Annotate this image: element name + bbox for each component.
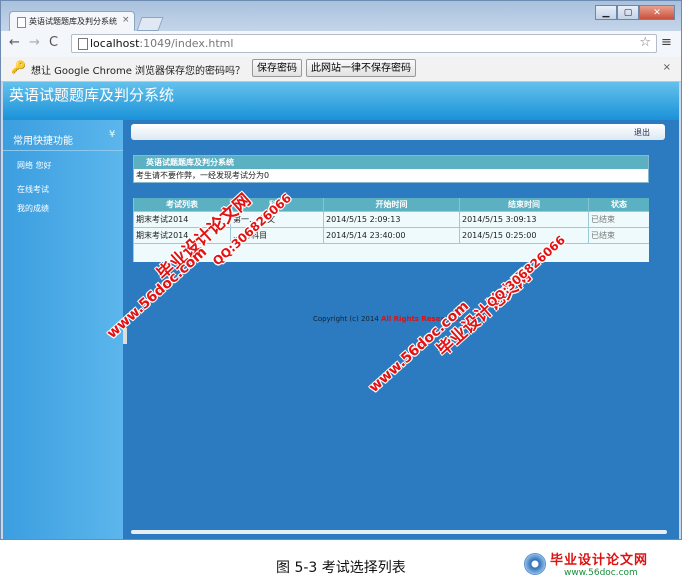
main-content: 退出 英语试题题库及判分系统 考生请不要作弊，一经发现考试分为0 考试列表 科目… — [127, 120, 679, 539]
browser-window: 英语试题题库及判分系统 × ▁ ▢ ✕ ← → C localhost:1049… — [0, 0, 682, 540]
bookmark-star-icon[interactable]: ☆ — [639, 35, 651, 50]
sidebar-item-online-exam[interactable]: 在线考试 — [17, 184, 49, 195]
page-icon — [17, 17, 26, 28]
exam-status: 已结束 — [588, 211, 649, 228]
new-tab-button[interactable] — [136, 17, 164, 31]
chevron-down-icon[interactable]: ¥ — [109, 129, 115, 140]
column-header: 开始时间 — [323, 198, 460, 212]
app-header: 英语试题题库及判分系统 — [3, 82, 679, 120]
page-icon — [78, 38, 88, 50]
tab-title: 英语试题题库及判分系统 — [29, 17, 117, 26]
key-icon: 🔑 — [11, 60, 26, 74]
notice-panel: 英语试题题库及判分系统 考生请不要作弊，一经发现考试分为0 — [133, 155, 649, 183]
close-window-button[interactable]: ✕ — [639, 5, 675, 20]
column-header: 结束时间 — [459, 198, 589, 212]
forward-icon[interactable]: → — [29, 35, 40, 50]
close-icon[interactable]: × — [663, 62, 671, 73]
exam-status: 已结束 — [588, 227, 649, 244]
reload-icon[interactable]: C — [49, 35, 58, 50]
exam-start: 2014/5/15 2:09:13 — [323, 211, 460, 228]
web-page: 英语试题题库及判分系统 常用快捷功能 ¥ 网络 您好 在线考试 我的成绩 退出 … — [3, 82, 679, 539]
corner-logo-url: www.56doc.com — [564, 568, 638, 578]
notice-text: 考生请不要作弊，一经发现考试分为0 — [136, 171, 270, 180]
logout-link[interactable]: 退出 — [634, 127, 650, 138]
minimize-button[interactable]: ▁ — [595, 5, 617, 20]
infobar-message: 想让 Google Chrome 浏览器保存您的密码吗？ — [31, 66, 246, 77]
back-icon[interactable]: ← — [9, 35, 20, 50]
disc-icon — [524, 553, 546, 575]
app-title: 英语试题题库及判分系统 — [9, 86, 175, 104]
corner-logo: 毕业设计论文网 www.56doc.com — [520, 547, 680, 581]
sidebar-header-label: 常用快捷功能 — [13, 136, 73, 147]
horizontal-scrollbar[interactable] — [131, 530, 667, 534]
menu-icon[interactable]: ≡ — [661, 35, 672, 50]
divider — [3, 150, 123, 151]
exam-start: 2014/5/14 23:40:00 — [323, 227, 460, 244]
url-text[interactable]: localhost:1049/index.html — [90, 37, 233, 50]
maximize-button[interactable]: ▢ — [617, 5, 639, 20]
title-bar: 英语试题题库及判分系统 × ▁ ▢ ✕ — [1, 1, 681, 31]
sidebar-item-greeting: 网络 您好 — [17, 161, 52, 170]
close-icon[interactable]: × — [122, 15, 130, 25]
sidebar-item-my-scores[interactable]: 我的成绩 — [17, 203, 49, 214]
save-password-button[interactable]: 保存密码 — [252, 59, 302, 77]
notice-title: 英语试题题库及判分系统 — [134, 156, 648, 169]
browser-toolbar: ← → C localhost:1049/index.html ☆ ≡ — [1, 31, 681, 58]
exam-end: 2014/5/15 0:25:00 — [459, 227, 589, 244]
exam-end: 2014/5/15 3:09:13 — [459, 211, 589, 228]
corner-logo-text: 毕业设计论文网 — [550, 553, 649, 568]
password-infobar: 🔑 想让 Google Chrome 浏览器保存您的密码吗？ 保存密码 此网站一… — [1, 57, 681, 82]
address-bar[interactable]: localhost:1049/index.html ☆ — [71, 34, 657, 53]
sidebar-header[interactable]: 常用快捷功能 ¥ — [3, 120, 123, 150]
figure-caption: 图 5-3 考试选择列表 — [276, 560, 406, 576]
window-controls: ▁ ▢ ✕ — [595, 5, 675, 20]
never-save-button[interactable]: 此网站一律不保存密码 — [306, 59, 416, 77]
top-bar: 退出 — [131, 124, 665, 140]
column-header: 状态 — [588, 198, 649, 212]
browser-tab[interactable]: 英语试题题库及判分系统 × — [9, 11, 135, 31]
